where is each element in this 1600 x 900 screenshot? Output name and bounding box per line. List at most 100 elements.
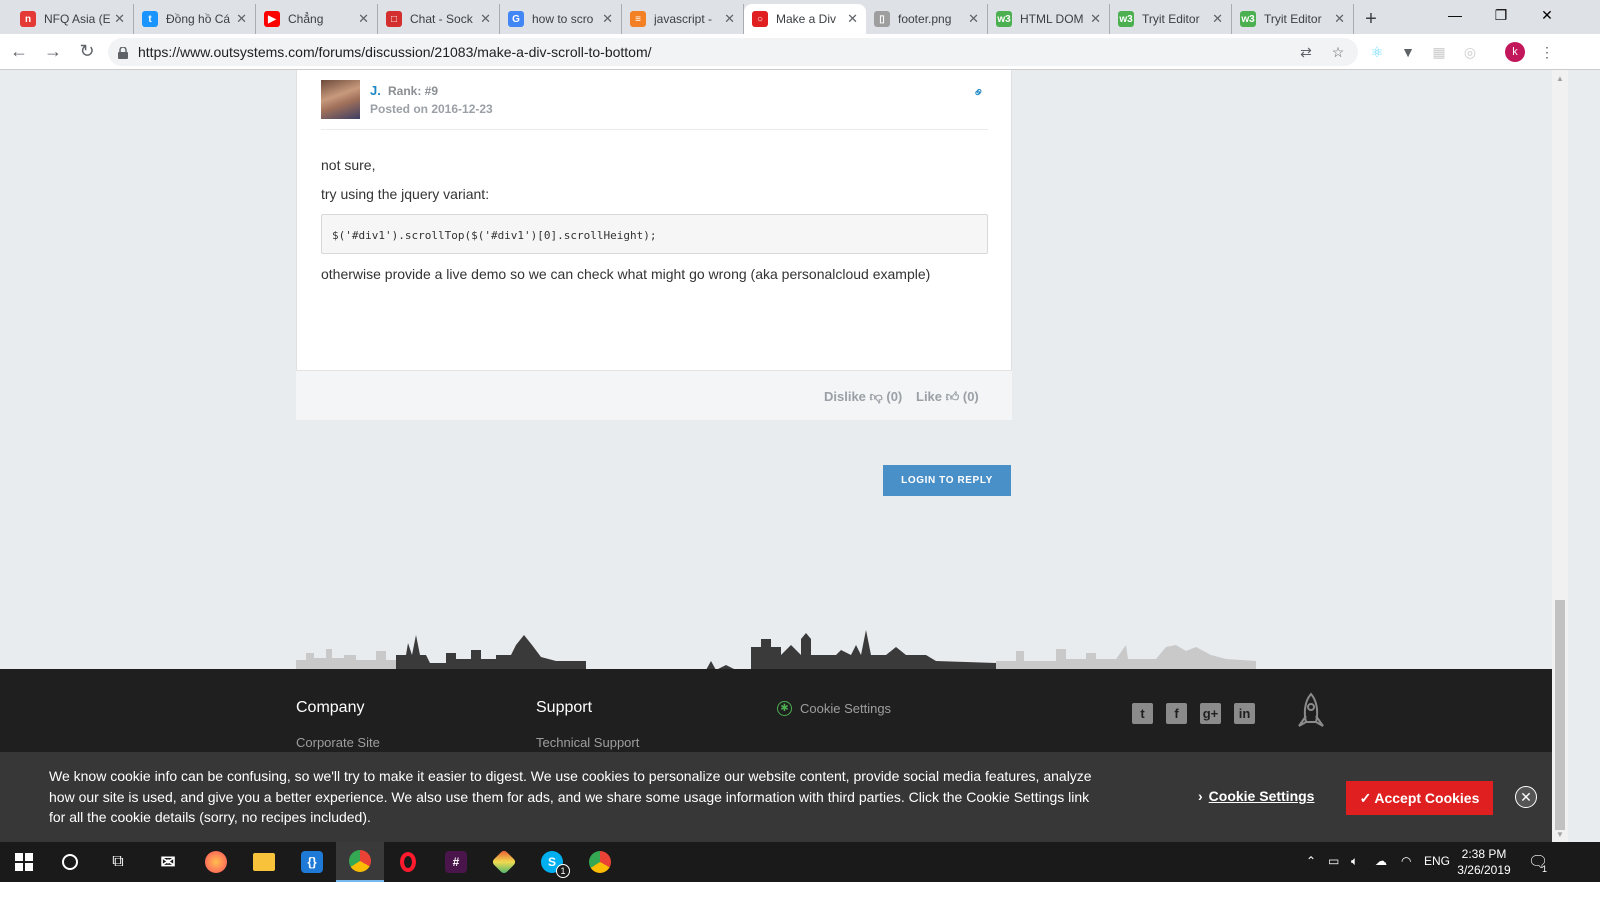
footer-link-technical-support[interactable]: Technical Support — [536, 735, 639, 750]
thumbs-up-icon: 👍︎ — [945, 389, 960, 404]
browser-tab[interactable]: n NFQ Asia (E ✕ — [12, 4, 134, 34]
author-name[interactable]: J. — [370, 83, 381, 98]
close-tab-icon[interactable]: ✕ — [847, 11, 858, 27]
browser-tab[interactable]: ▯ footer.png ✕ — [866, 4, 988, 34]
chrome-app-2[interactable] — [576, 842, 624, 882]
close-tab-icon[interactable]: ✕ — [236, 11, 247, 27]
back-button[interactable]: ← — [4, 37, 34, 67]
new-tab-button[interactable]: + — [1354, 4, 1388, 34]
facebook-icon[interactable]: f — [1166, 703, 1187, 724]
google-plus-icon[interactable]: g+ — [1200, 703, 1221, 724]
menu-kebab-icon[interactable]: ⋮ — [1538, 43, 1556, 61]
close-tab-icon[interactable]: ✕ — [1334, 11, 1345, 27]
bookmark-star-icon[interactable]: ☆ — [1329, 43, 1347, 61]
scroll-up-arrow-icon[interactable]: ▲ — [1552, 70, 1568, 86]
file-explorer-icon — [253, 853, 275, 871]
extension-icon[interactable]: ▦ — [1430, 43, 1448, 61]
close-banner-button[interactable]: ✕ — [1515, 786, 1537, 808]
close-tab-icon[interactable]: ✕ — [480, 11, 491, 27]
restore-button[interactable]: ❐ — [1478, 0, 1524, 30]
avatar[interactable] — [321, 80, 360, 119]
forum-post: J. Rank: #9 Posted on 2016-12-23 ⚭ not s… — [296, 70, 1012, 370]
close-tab-icon[interactable]: ✕ — [968, 11, 979, 27]
url-input[interactable]: https://www.outsystems.com/forums/discus… — [108, 38, 1358, 66]
skype-app[interactable]: S 1 — [528, 842, 576, 882]
post-paragraph: try using the jquery variant: — [321, 186, 490, 202]
file-explorer-app[interactable] — [240, 842, 288, 882]
reload-button[interactable]: ↻ — [72, 37, 102, 67]
nfq-icon: n — [20, 11, 36, 27]
twitter-icon[interactable]: t — [1132, 703, 1153, 724]
footer-cookie-settings-link[interactable]: ✱ Cookie Settings — [777, 701, 891, 716]
react-devtools-icon[interactable]: ⚛ — [1368, 43, 1386, 61]
opera-app[interactable] — [384, 842, 432, 882]
clock-time: 2:38 PM — [1461, 847, 1507, 861]
chrome-icon — [589, 851, 611, 873]
tab-title: javascript - — [654, 12, 713, 26]
browser-tab[interactable]: ▶ Chẳng ✕ — [256, 4, 378, 34]
wifi-icon[interactable]: ◠ — [1401, 854, 1411, 868]
browser-tab[interactable]: w3 HTML DOM ✕ — [988, 4, 1110, 34]
cookie-notice-text: We know cookie info can be confusing, so… — [49, 768, 1092, 825]
vue-devtools-icon[interactable]: ▼ — [1399, 43, 1417, 61]
close-tab-icon[interactable]: ✕ — [724, 11, 735, 27]
show-hidden-icons-chevron-icon[interactable]: ⌃ — [1306, 854, 1316, 868]
tab-title: Tryit Editor — [1264, 12, 1322, 26]
like-button[interactable]: Like 👍︎ (0) — [916, 389, 979, 405]
cortana-button[interactable] — [46, 842, 94, 882]
footer-link-corporate-site[interactable]: Corporate Site — [296, 735, 380, 750]
browser-tab[interactable]: ≡ javascript - ✕ — [622, 4, 744, 34]
browser-tab[interactable]: w3 Tryit Editor ✕ — [1110, 4, 1232, 34]
translate-icon[interactable]: ⇄ — [1297, 43, 1315, 61]
close-tab-icon[interactable]: ✕ — [1090, 11, 1101, 27]
close-tab-icon[interactable]: ✕ — [1212, 11, 1223, 27]
outsystems-icon: ○ — [752, 11, 768, 27]
system-clock[interactable]: 2:38 PM 3/26/2019 — [1452, 846, 1516, 878]
cookie-settings-button[interactable]: › Cookie Settings — [1198, 788, 1314, 804]
dislike-button[interactable]: Dislike 👎︎ (0) — [824, 389, 902, 405]
close-tab-icon[interactable]: ✕ — [358, 11, 369, 27]
profile-avatar[interactable]: k — [1505, 42, 1525, 62]
firefox-app[interactable] — [192, 842, 240, 882]
chrome-icon — [349, 850, 371, 872]
slack-icon: # — [445, 851, 467, 873]
forward-button[interactable]: → — [38, 37, 68, 67]
task-view-button[interactable]: ⧉ — [94, 842, 142, 882]
vscode-app[interactable]: {} — [288, 842, 336, 882]
minimize-button[interactable]: — — [1432, 0, 1478, 30]
divider — [321, 129, 988, 130]
git-app[interactable] — [480, 842, 528, 882]
start-button[interactable] — [0, 842, 48, 882]
scroll-down-arrow-icon[interactable]: ▼ — [1552, 826, 1568, 842]
address-toolbar: ← → ↻ https://www.outsystems.com/forums/… — [0, 34, 1600, 70]
browser-tab[interactable]: □ Chat - Sock ✕ — [378, 4, 500, 34]
slack-app[interactable]: # — [432, 842, 480, 882]
login-to-reply-button[interactable]: LOGIN TO REPLY — [883, 465, 1011, 496]
extension-icon[interactable]: ◎ — [1461, 43, 1479, 61]
linkedin-icon[interactable]: in — [1234, 703, 1255, 724]
mail-app[interactable]: ✉ — [144, 842, 192, 882]
rocket-icon[interactable] — [1294, 692, 1328, 732]
onedrive-cloud-icon[interactable]: ☁ — [1375, 854, 1387, 868]
firefox-icon — [205, 851, 227, 873]
accept-cookies-button[interactable]: ✓ Accept Cookies — [1346, 781, 1493, 815]
browser-tab[interactable]: w3 Tryit Editor ✕ — [1232, 4, 1354, 34]
chrome-app[interactable] — [336, 842, 384, 882]
browser-tab[interactable]: ○ Make a Div ✕ — [744, 4, 866, 34]
close-tab-icon[interactable]: ✕ — [602, 11, 613, 27]
page-scrollbar[interactable]: ▲ ▼ — [1552, 70, 1568, 842]
browser-tab[interactable]: Ghow to scro ✕ — [500, 4, 622, 34]
windows-logo-icon — [15, 853, 33, 871]
battery-icon[interactable]: ▭ — [1328, 854, 1339, 868]
tab-title: Chẳng — [288, 12, 324, 26]
volume-icon[interactable]: 🔈︎ — [1351, 854, 1358, 869]
close-window-button[interactable]: ✕ — [1524, 0, 1570, 30]
close-tab-icon[interactable]: ✕ — [114, 11, 125, 27]
cookie-consent-banner: We know cookie info can be confusing, so… — [0, 752, 1552, 842]
browser-tab[interactable]: t Đồng hồ Cá ✕ — [134, 4, 256, 34]
tiki-icon: t — [142, 11, 158, 27]
like-label: Like — [916, 389, 943, 404]
permalink-icon[interactable]: ⚭ — [969, 82, 989, 102]
language-indicator[interactable]: ENG — [1424, 854, 1450, 868]
scrollbar-thumb[interactable] — [1555, 600, 1565, 830]
